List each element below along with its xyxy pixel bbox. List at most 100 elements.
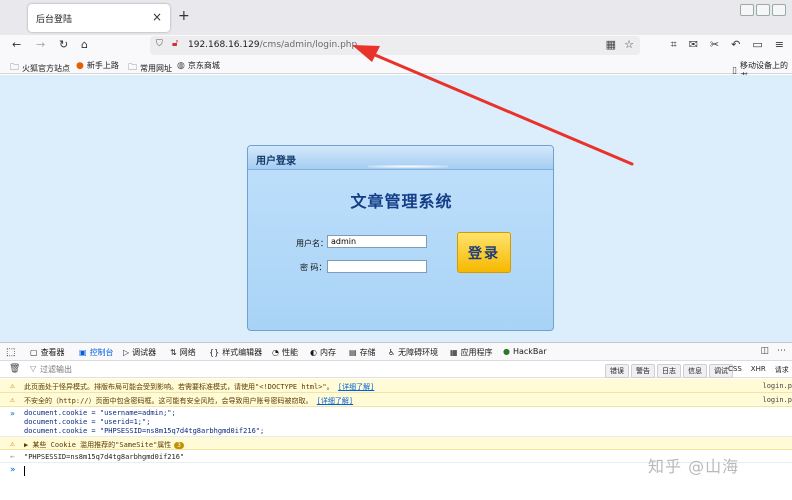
undo-icon[interactable]: ↶: [731, 38, 740, 52]
xhr-filter-button[interactable]: XHR: [751, 365, 766, 375]
header-glow: [368, 165, 448, 168]
warning-text: ▶ 某些 Cookie 滥用推荐的"SameSite"属性: [24, 441, 172, 449]
address-bar[interactable]: ⛉ 🔓︎ 192.168.16.129/cms/admin/login.php …: [150, 36, 640, 55]
bookmarks-bar: 🗀︎ 火狐官方站点 ● 新手上路 🗀︎ 常用网址 ◍ 京东商城 ▯ 移动设备上的…: [0, 57, 792, 81]
bookmark-item[interactable]: ◍ 京东商城: [177, 60, 220, 71]
tab-label: 应用程序: [460, 348, 493, 357]
watermark: 知乎 @山海: [648, 457, 740, 476]
warning-icon: ⚠: [10, 381, 15, 390]
username-input[interactable]: [327, 235, 427, 248]
tab-debugger[interactable]: ▷ 调试器: [123, 347, 156, 358]
browser-tab[interactable]: 后台登陆 ×: [28, 4, 170, 32]
warning-text: 此页面处于怪异模式。排版布局可能会受到影响。若需要标准模式，请使用"<!DOCT…: [24, 383, 334, 391]
tab-storage[interactable]: ▤ 存储: [349, 347, 376, 358]
window-controls: [740, 4, 786, 16]
close-tab-icon[interactable]: ×: [152, 10, 162, 24]
clear-console-icon[interactable]: 🗑︎: [9, 364, 20, 374]
tab-strip: 后台登陆 × +: [0, 0, 792, 35]
level-info-button[interactable]: 信息: [683, 364, 707, 378]
message-count-badge: 3: [174, 442, 184, 449]
forward-icon[interactable]: →: [36, 38, 45, 51]
shield-icon[interactable]: ⛉: [156, 39, 163, 49]
output-arrow-icon: ←: [10, 452, 15, 461]
tab-label: 无障碍环境: [398, 348, 439, 357]
insecure-lock-icon[interactable]: 🔓︎: [172, 38, 178, 49]
tab-style-editor[interactable]: {} 样式编辑器: [209, 347, 262, 358]
log-source-link[interactable]: login.p: [762, 382, 792, 390]
toolbar-icons: ⌗ ✉ ✂ ↶ ▭ ≡: [671, 38, 792, 52]
url-path: /cms/admin/login.php: [259, 40, 358, 50]
login-button[interactable]: 登录: [457, 232, 511, 273]
bookmark-star-icon[interactable]: ☆: [624, 38, 634, 51]
tab-application[interactable]: ▦ 应用程序: [450, 347, 493, 358]
code-line: document.cookie = "userid=1;";: [24, 418, 151, 426]
application-icon: ▦: [450, 348, 458, 357]
accessibility-icon: ♿︎: [388, 348, 396, 357]
console-warning: ⚠ 此页面处于怪异模式。排版布局可能会受到影响。若需要标准模式，请使用"<!DO…: [0, 379, 792, 393]
screenshot-icon[interactable]: ⌗: [671, 38, 677, 52]
folder-icon: 🗀︎: [10, 63, 20, 73]
navigation-bar: ← → ↻ ⌂ ⛉ 🔓︎ 192.168.16.129/cms/admin/lo…: [0, 35, 792, 57]
tab-performance[interactable]: ◔ 性能: [272, 347, 298, 358]
console-icon: ▣: [79, 348, 87, 357]
bookmark-item[interactable]: 🗀︎ 常用网址: [128, 60, 172, 76]
css-filter-button[interactable]: CSS: [728, 365, 742, 375]
tab-accessibility[interactable]: ♿︎ 无障碍环境: [388, 347, 438, 358]
reload-icon[interactable]: ↻: [59, 38, 68, 51]
close-window-button[interactable]: [772, 4, 786, 16]
bookmark-item[interactable]: ● 新手上路: [76, 60, 119, 71]
level-error-button[interactable]: 错误: [605, 364, 629, 378]
pick-element-icon[interactable]: ⬚: [6, 347, 15, 358]
scissors-icon[interactable]: ✂: [710, 38, 719, 52]
tab-label: 存储: [359, 348, 376, 357]
globe-icon: ◍: [177, 60, 185, 71]
minimize-button[interactable]: [740, 4, 754, 16]
bookmark-item[interactable]: 🗀︎ 火狐官方站点: [10, 60, 70, 76]
password-input[interactable]: [327, 260, 427, 273]
tab-title: 后台登陆: [36, 15, 73, 25]
home-icon[interactable]: ⌂: [81, 38, 88, 51]
level-log-button[interactable]: 日志: [657, 364, 681, 378]
level-warning-button[interactable]: 警告: [631, 364, 655, 378]
password-label: 密 码：: [300, 263, 327, 272]
qr-code-icon[interactable]: ▦: [606, 38, 616, 51]
folder-icon: 🗀︎: [128, 63, 138, 73]
url-host: 192.168.16.129: [188, 40, 260, 50]
tab-label: 控制台: [89, 348, 114, 357]
monitor-icon[interactable]: ▭: [752, 38, 762, 52]
learn-more-link[interactable]: [详细了解]: [317, 397, 353, 405]
maximize-button[interactable]: [756, 4, 770, 16]
learn-more-link[interactable]: [详细了解]: [338, 383, 374, 391]
log-source-link[interactable]: login.p: [762, 396, 792, 404]
menu-icon[interactable]: ≡: [775, 38, 784, 52]
back-icon[interactable]: ←: [12, 38, 21, 51]
tab-memory[interactable]: ◐ 内存: [310, 347, 336, 358]
memory-icon: ◐: [310, 348, 317, 357]
console-warning-group[interactable]: ⚠ ▶ 某些 Cookie 滥用推荐的"SameSite"属性 3: [0, 437, 792, 450]
bookmark-label: 火狐官方站点: [22, 63, 71, 73]
log-message: 不安全的（http://）页面中包含密码框。这可能有安全风险，会导致用户账号密码…: [24, 396, 353, 406]
console-input-command: » document.cookie = "username=admin;"; d…: [0, 407, 792, 437]
more-options-icon[interactable]: ⋯: [777, 346, 786, 356]
tab-label: 内存: [319, 348, 336, 357]
login-panel: 用户登录 文章管理系统 用户名： 密 码： 登录: [247, 145, 554, 331]
requests-filter-button[interactable]: 请求: [775, 365, 789, 375]
tab-console[interactable]: ▣ 控制台: [79, 347, 114, 358]
tab-network[interactable]: ⇅ 网络: [170, 347, 196, 358]
url-text[interactable]: 192.168.16.129/cms/admin/login.php: [188, 40, 357, 50]
warning-icon: ⚠: [10, 439, 15, 448]
tab-inspector[interactable]: ▢ 查看器: [30, 347, 65, 358]
chat-icon[interactable]: ✉: [689, 38, 698, 52]
firefox-icon: ●: [76, 60, 84, 71]
tab-label: HackBar: [512, 347, 547, 356]
bookmark-label: 新手上路: [86, 61, 119, 70]
new-tab-button[interactable]: +: [178, 8, 190, 24]
debugger-icon: ▷: [123, 348, 130, 357]
log-level-buttons: 错误 警告 日志 信息 调试: [605, 364, 733, 378]
tab-hackbar[interactable]: ● HackBar: [503, 347, 547, 356]
login-header-title: 用户登录: [256, 156, 296, 167]
filter-input[interactable]: [26, 363, 586, 376]
dock-icon[interactable]: ◫: [760, 346, 769, 356]
tab-label: 查看器: [40, 348, 65, 357]
network-icon: ⇅: [170, 348, 177, 357]
